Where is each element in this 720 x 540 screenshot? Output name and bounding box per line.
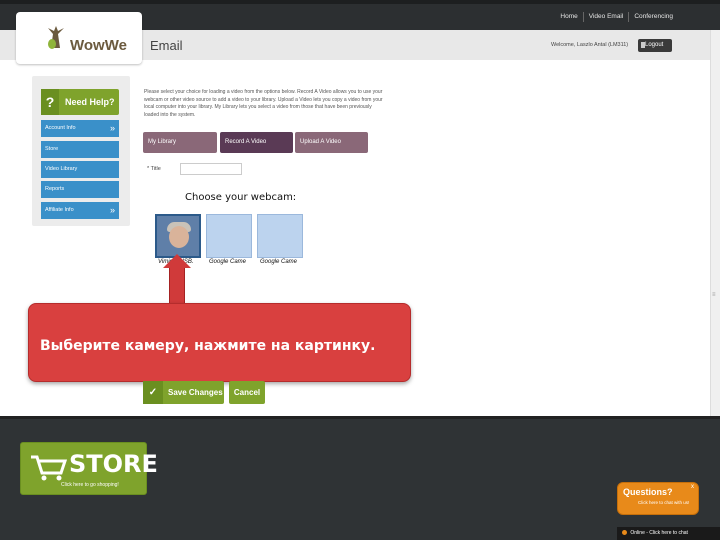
welcome-text: Welcome, Laszlo Antal (LM311) <box>551 42 629 48</box>
instruction-callout-text: Выберите камеру, нажмите на картинку. <box>40 338 376 354</box>
tab-upload-a-video[interactable]: Upload A Video <box>295 132 368 153</box>
tab-my-library[interactable]: My Library <box>143 132 217 153</box>
double-chevron-icon: » <box>109 123 115 133</box>
question-icon: ? <box>41 89 59 115</box>
checkmark-icon: ✓ <box>143 381 163 404</box>
store-title: STORE <box>69 450 158 478</box>
webcam-label: Google Came <box>260 259 298 265</box>
instruction-callout: Выберите камеру, нажмите на картинку. <box>28 303 411 382</box>
webcam-preview-face <box>169 226 189 248</box>
chat-subtitle: Click here to chat with us! <box>638 500 690 505</box>
chat-title: Questions? <box>623 487 673 497</box>
save-changes-button[interactable]: ✓ Save Changes <box>143 381 224 404</box>
nav-conferencing-link[interactable]: Conferencing <box>628 12 678 22</box>
title-label: * Title <box>147 166 161 172</box>
sidebar-item-reports[interactable]: Reports <box>41 181 119 198</box>
need-help-label: Need Help? <box>65 97 115 107</box>
shopping-cart-icon <box>31 455 68 481</box>
save-changes-label: Save Changes <box>168 388 223 397</box>
sidebar-item-label: Affiliate Info <box>45 207 74 213</box>
sidebar-item-video-library[interactable]: Video Library <box>41 161 119 178</box>
sidebar-item-label: Video Library <box>45 166 78 172</box>
close-icon[interactable]: x <box>691 484 694 490</box>
annotation-arrow-head <box>163 254 191 268</box>
nav-video-email-link[interactable]: Video Email <box>582 12 629 22</box>
webcam-option-vimicro[interactable] <box>155 214 201 258</box>
footer-divider <box>0 416 720 419</box>
online-chat-bar[interactable]: Online - Click here to chat <box>617 527 720 540</box>
cancel-button[interactable]: Cancel <box>229 381 265 404</box>
title-input[interactable] <box>180 163 242 175</box>
chat-widget[interactable]: Questions? Click here to chat with us! x <box>617 482 699 515</box>
nav-home-link[interactable]: Home <box>555 12 582 22</box>
online-status-icon <box>622 530 627 536</box>
need-help-button[interactable]: ? Need Help? <box>41 89 119 115</box>
sidebar-item-account-info[interactable]: Account Info » <box>41 120 119 137</box>
sidebar-item-label: Account Info <box>45 125 76 131</box>
online-chat-label: Online - Click here to chat <box>630 530 688 536</box>
wowwe-logo[interactable]: WowWe <box>16 12 142 64</box>
logo-text: WowWe <box>70 37 127 54</box>
logout-label: Logout <box>645 42 664 48</box>
logo-mark-icon <box>48 26 64 49</box>
webcam-option-google-1[interactable] <box>206 214 252 258</box>
store-subtitle: Click here to go shopping! <box>61 482 119 488</box>
double-chevron-icon: » <box>109 205 115 215</box>
tab-record-a-video[interactable]: Record A Video <box>220 132 293 153</box>
webcam-option-google-2[interactable] <box>257 214 303 258</box>
scroll-grip-icon: ≡ <box>712 292 716 298</box>
annotation-arrow-shaft <box>169 266 185 308</box>
page-scrollbar[interactable]: ≡ <box>710 30 720 416</box>
webcam-label: Google Came <box>209 259 247 265</box>
sidebar-item-label: Store <box>45 146 59 152</box>
page-title: Email <box>150 38 183 53</box>
store-banner[interactable]: STORE Click here to go shopping! <box>20 442 158 495</box>
sidebar-item-store[interactable]: Store <box>41 141 119 158</box>
intro-text: Please select your choice for loading a … <box>144 89 383 118</box>
logout-button[interactable]: Logout <box>638 39 672 52</box>
choose-webcam-heading: Choose your webcam: <box>185 192 297 203</box>
sidebar-item-affiliate-info[interactable]: Affiliate Info » <box>41 202 119 219</box>
lock-icon <box>641 42 645 48</box>
top-nav: Home Video Email Conferencing <box>555 12 678 22</box>
sidebar-item-label: Reports <box>45 186 65 192</box>
